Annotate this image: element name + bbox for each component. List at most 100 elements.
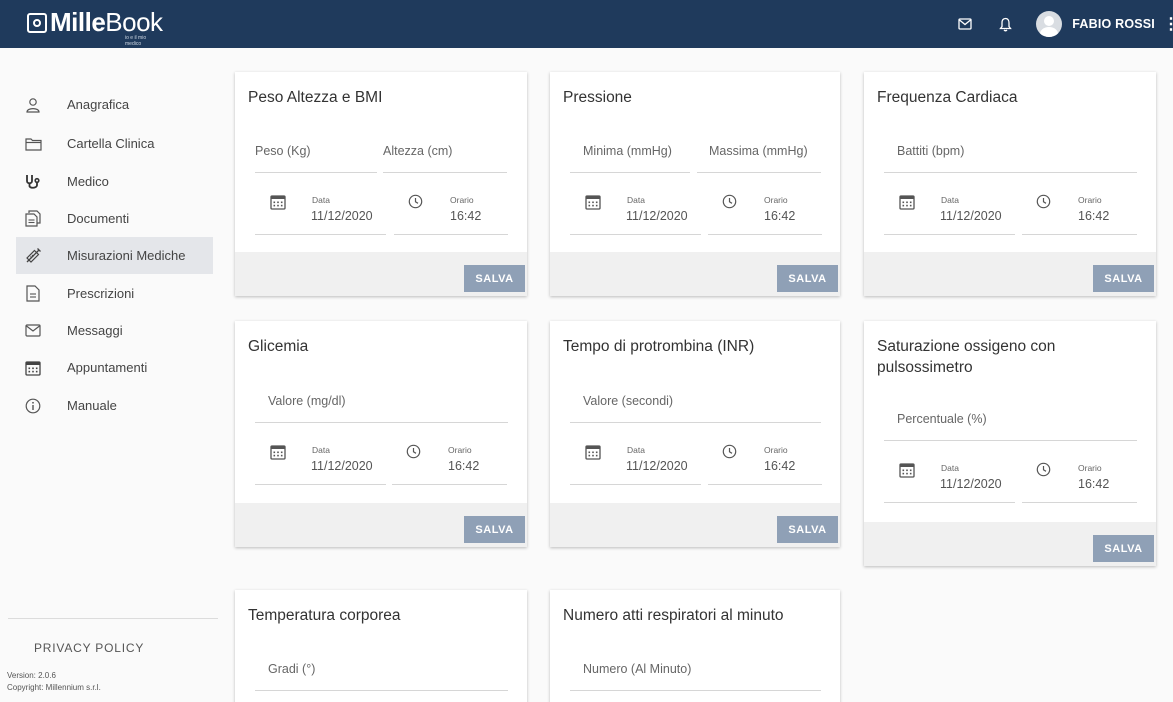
sidebar-item-messaggi[interactable]: Messaggi — [16, 312, 213, 349]
date-value: 11/12/2020 — [940, 477, 1002, 491]
privacy-policy-link[interactable]: PRIVACY POLICY — [34, 641, 144, 655]
calendar-icon — [899, 194, 917, 212]
save-button[interactable]: SALVA — [777, 516, 838, 543]
person-icon — [24, 96, 42, 114]
date-field[interactable]: Data 11/12/2020 — [884, 453, 1015, 503]
bell-icon[interactable] — [996, 15, 1014, 33]
time-field[interactable]: Orario 16:42 — [1022, 185, 1137, 235]
sidebar-item-anagrafica[interactable]: Anagrafica — [16, 86, 213, 123]
sidebar-item-cartella-clinica[interactable]: Cartella Clinica — [16, 125, 213, 162]
card-footer: SALVA — [235, 503, 527, 547]
sidebar-item-label: Cartella Clinica — [67, 136, 155, 151]
logo-mark-icon — [27, 13, 47, 33]
card-title-line: pulsossimetro — [877, 359, 973, 376]
card-tempo-protrombina: Tempo di protrombina (INR) Valore (secon… — [550, 321, 840, 547]
card-atti-respiratori: Numero atti respiratori al minuto Numero… — [550, 590, 840, 702]
card-title: Frequenza Cardiaca — [877, 89, 1018, 106]
clock-icon — [722, 444, 740, 462]
save-button[interactable]: SALVA — [777, 265, 838, 292]
field-label: Valore (secondi) — [583, 394, 674, 408]
inr-valore-field[interactable]: Valore (secondi) — [570, 391, 821, 423]
save-button[interactable]: SALVA — [1093, 535, 1154, 562]
time-field[interactable]: Orario 16:42 — [392, 435, 507, 485]
card-footer: SALVA — [864, 252, 1156, 296]
sidebar-item-label: Manuale — [67, 398, 117, 413]
date-field[interactable]: Data 11/12/2020 — [255, 435, 386, 485]
card-title: Pressione — [563, 89, 632, 106]
card-glicemia: Glicemia Valore (mg/dl) Data 11/12/2020 … — [235, 321, 527, 547]
sidebar-item-medico[interactable]: Medico — [16, 163, 213, 200]
card-pressione: Pressione Minima (mmHg) Massima (mmHg) D… — [550, 72, 840, 296]
mail-icon — [24, 322, 42, 340]
user-name[interactable]: FABIO ROSSI — [1072, 17, 1155, 31]
time-value: 16:42 — [448, 459, 480, 473]
sidebar-item-label: Prescrizioni — [67, 286, 135, 301]
altezza-field[interactable]: Altezza (cm) — [383, 141, 507, 173]
time-caption: Orario — [448, 445, 472, 455]
time-field[interactable]: Orario 16:42 — [708, 435, 822, 485]
millebook-logo[interactable]: MilleBook io e il mio medico — [27, 7, 163, 47]
mail-icon[interactable] — [956, 15, 974, 33]
field-label: Gradi (°) — [268, 662, 316, 676]
logo-tagline: io e il mio medico — [125, 35, 147, 47]
card-title: Temperatura corporea — [248, 607, 401, 624]
field-label: Minima (mmHg) — [583, 144, 672, 158]
card-title: Peso Altezza e BMI — [248, 89, 383, 106]
time-value: 16:42 — [450, 209, 482, 223]
card-peso-altezza-bmi: Peso Altezza e BMI Peso (Kg) Altezza (cm… — [235, 72, 527, 296]
card-footer: SALVA — [864, 522, 1156, 566]
time-value: 16:42 — [1078, 477, 1110, 491]
card-saturazione-ossigeno: Saturazione ossigeno con pulsossimetro P… — [864, 321, 1156, 566]
date-field[interactable]: Data 11/12/2020 — [570, 435, 701, 485]
version-info: Version: 2.0.6 Copyright: Millennium s.r… — [7, 670, 101, 694]
documents-icon — [24, 210, 42, 228]
sidebar-item-label: Misurazioni Mediche — [67, 248, 186, 263]
card-frequenza-cardiaca: Frequenza Cardiaca Battiti (bpm) Data 11… — [864, 72, 1156, 296]
time-field[interactable]: Orario 16:42 — [708, 185, 822, 235]
date-field[interactable]: Data 11/12/2020 — [255, 185, 386, 235]
save-button[interactable]: SALVA — [464, 265, 525, 292]
battiti-field[interactable]: Battiti (bpm) — [884, 141, 1137, 173]
time-caption: Orario — [450, 195, 474, 205]
clock-icon — [1036, 462, 1054, 480]
version-text: Version: 2.0.6 — [7, 671, 56, 680]
date-field[interactable]: Data 11/12/2020 — [884, 185, 1015, 235]
card-title: Tempo di protrombina (INR) — [563, 338, 755, 355]
field-label: Battiti (bpm) — [897, 144, 965, 158]
calendar-icon — [24, 359, 42, 377]
sidebar-item-appuntamenti[interactable]: Appuntamenti — [16, 349, 213, 386]
date-value: 11/12/2020 — [311, 209, 373, 223]
time-caption: Orario — [764, 195, 788, 205]
glicemia-valore-field[interactable]: Valore (mg/dl) — [255, 391, 508, 423]
prescription-icon — [24, 285, 42, 303]
sidebar-item-label: Medico — [67, 174, 109, 189]
sidebar-item-misurazioni-mediche[interactable]: Misurazioni Mediche — [16, 237, 213, 274]
sidebar-item-prescrizioni[interactable]: Prescrizioni — [16, 275, 213, 312]
logo-text-light: Book — [105, 7, 163, 37]
date-caption: Data — [941, 195, 959, 205]
date-field[interactable]: Data 11/12/2020 — [570, 185, 701, 235]
clock-icon — [722, 194, 740, 212]
numero-field[interactable]: Numero (Al Minuto) — [570, 659, 821, 691]
clock-icon — [406, 444, 424, 462]
time-value: 16:42 — [1078, 209, 1110, 223]
time-field[interactable]: Orario 16:42 — [394, 185, 508, 235]
sidebar-item-label: Appuntamenti — [67, 360, 148, 375]
peso-field[interactable]: Peso (Kg) — [255, 141, 377, 173]
gradi-field[interactable]: Gradi (°) — [255, 659, 508, 691]
save-button[interactable]: SALVA — [464, 516, 525, 543]
card-footer: SALVA — [550, 252, 840, 296]
sidebar-item-manuale[interactable]: Manuale — [16, 387, 213, 424]
sidebar-item-documenti[interactable]: Documenti — [16, 200, 213, 237]
save-button[interactable]: SALVA — [1093, 265, 1154, 292]
time-field[interactable]: Orario 16:42 — [1022, 453, 1137, 503]
minima-field[interactable]: Minima (mmHg) — [570, 141, 690, 173]
avatar[interactable] — [1036, 11, 1063, 37]
clock-icon — [1036, 194, 1054, 212]
date-value: 11/12/2020 — [311, 459, 373, 473]
date-caption: Data — [312, 195, 330, 205]
more-vert-icon[interactable]: ⋮ — [1163, 14, 1173, 34]
percentuale-field[interactable]: Percentuale (%) — [884, 409, 1137, 441]
massima-field[interactable]: Massima (mmHg) — [697, 141, 821, 173]
folder-icon — [24, 135, 42, 153]
